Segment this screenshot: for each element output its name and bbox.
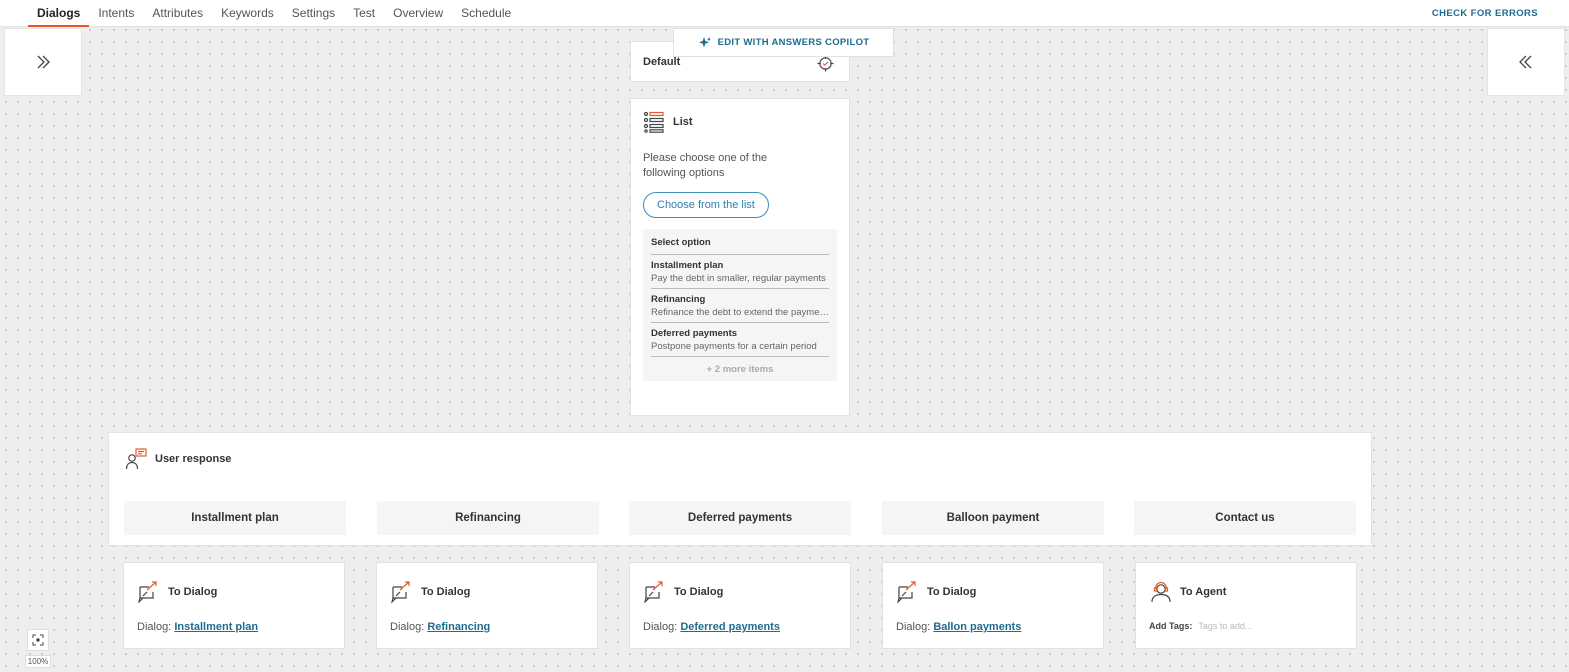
dialog-label: Dialog: xyxy=(643,621,678,633)
choose-from-list-button[interactable]: Choose from the list xyxy=(643,192,769,218)
tab-attributes[interactable]: Attributes xyxy=(143,0,212,26)
option-description: Postpone payments for a certain period xyxy=(651,341,817,352)
tab-keywords[interactable]: Keywords xyxy=(212,0,283,26)
option-description: Pay the debt in smaller, regular payment… xyxy=(651,273,826,284)
double-chevron-right-icon xyxy=(37,55,50,69)
default-title: Default xyxy=(643,55,681,68)
to-dialog-title: To Dialog xyxy=(927,586,977,598)
dialog-label: Dialog: xyxy=(137,621,172,633)
dialog-target: Dialog: Ballon payments xyxy=(896,621,1021,633)
user-response-icon xyxy=(125,448,147,470)
to-dialog-node[interactable]: To Dialog Dialog: Ballon payments xyxy=(882,562,1104,649)
edit-with-answers-copilot-button[interactable]: EDIT WITH ANSWERS COPILOT xyxy=(673,28,894,57)
expand-right-panel-button[interactable] xyxy=(1487,28,1565,96)
to-agent-title: To Agent xyxy=(1180,586,1227,598)
to-dialog-icon xyxy=(391,581,410,603)
to-dialog-node[interactable]: To Dialog Dialog: Deferred payments xyxy=(629,562,851,649)
to-dialog-icon xyxy=(138,581,157,603)
to-agent-node[interactable]: To Agent Add Tags: Tags to add... xyxy=(1135,562,1357,649)
options-preview: Select option Installment plan Pay the d… xyxy=(643,229,837,381)
user-response-node[interactable]: User response Installment plan Refinanci… xyxy=(108,432,1372,546)
tab-dialogs[interactable]: Dialogs xyxy=(28,0,90,27)
dialog-link[interactable]: Deferred payments xyxy=(680,621,780,633)
dialog-target: Dialog: Refinancing xyxy=(390,621,490,633)
zoom-level: 100% xyxy=(25,655,51,668)
option-description: Refinance the debt to extend the payment… xyxy=(651,307,829,318)
list-icon xyxy=(643,111,664,133)
tab-intents[interactable]: Intents xyxy=(89,0,143,26)
list-node[interactable]: List Please choose one of the following … xyxy=(630,98,850,416)
to-dialog-icon xyxy=(644,581,663,603)
dialog-target: Dialog: Deferred payments xyxy=(643,621,780,633)
to-dialog-node[interactable]: To Dialog Dialog: Installment plan xyxy=(123,562,345,649)
check-for-errors-button[interactable]: CHECK FOR ERRORS xyxy=(1432,0,1538,27)
tab-overview[interactable]: Overview xyxy=(384,0,452,26)
to-dialog-title: To Dialog xyxy=(674,586,724,598)
dialog-link[interactable]: Refinancing xyxy=(427,621,490,633)
option-title: Refinancing xyxy=(651,294,706,305)
tab-settings[interactable]: Settings xyxy=(283,0,344,26)
to-dialog-node[interactable]: To Dialog Dialog: Refinancing xyxy=(376,562,598,649)
list-item: Deferred payments Postpone payments for … xyxy=(651,323,829,357)
tab-list: Dialogs Intents Attributes Keywords Sett… xyxy=(28,0,520,27)
tab-schedule[interactable]: Schedule xyxy=(452,0,520,26)
to-dialog-title: To Dialog xyxy=(421,586,471,598)
dialog-label: Dialog: xyxy=(896,621,931,633)
add-tags-label: Add Tags: xyxy=(1149,621,1193,631)
more-items-label: + 2 more items xyxy=(706,364,774,375)
response-button-installment-plan[interactable]: Installment plan xyxy=(124,501,346,535)
tags-input[interactable]: Tags to add... xyxy=(1198,621,1252,631)
top-navigation: Dialogs Intents Attributes Keywords Sett… xyxy=(0,0,1569,27)
response-button-deferred-payments[interactable]: Deferred payments xyxy=(629,501,851,535)
dialog-link[interactable]: Installment plan xyxy=(174,621,258,633)
list-title: List xyxy=(673,116,693,128)
list-message: Please choose one of the following optio… xyxy=(643,152,768,179)
response-button-refinancing[interactable]: Refinancing xyxy=(377,501,599,535)
fit-screen-icon xyxy=(32,634,44,646)
user-response-title: User response xyxy=(155,453,232,465)
option-title: Installment plan xyxy=(651,260,724,271)
dialog-link[interactable]: Ballon payments xyxy=(933,621,1021,633)
to-dialog-title: To Dialog xyxy=(168,586,218,598)
options-title: Select option xyxy=(651,237,829,255)
response-button-balloon-payment[interactable]: Balloon payment xyxy=(882,501,1104,535)
fit-to-screen-button[interactable] xyxy=(27,629,49,651)
dialog-target: Dialog: Installment plan xyxy=(137,621,258,633)
option-title: Deferred payments xyxy=(651,328,738,339)
response-button-contact-us[interactable]: Contact us xyxy=(1134,501,1356,535)
agent-headset-icon xyxy=(1151,581,1171,603)
to-dialog-icon xyxy=(897,581,916,603)
add-tags-row: Add Tags: Tags to add... xyxy=(1149,621,1252,631)
expand-left-panel-button[interactable] xyxy=(4,28,82,96)
double-chevron-left-icon xyxy=(1519,55,1532,69)
copilot-label: EDIT WITH ANSWERS COPILOT xyxy=(717,37,870,48)
target-icon xyxy=(817,55,834,72)
list-item: Installment plan Pay the debt in smaller… xyxy=(651,255,829,289)
dialog-label: Dialog: xyxy=(390,621,425,633)
list-item: Refinancing Refinance the debt to extend… xyxy=(651,289,829,323)
sparkle-icon xyxy=(698,36,711,48)
tab-test[interactable]: Test xyxy=(344,0,384,26)
